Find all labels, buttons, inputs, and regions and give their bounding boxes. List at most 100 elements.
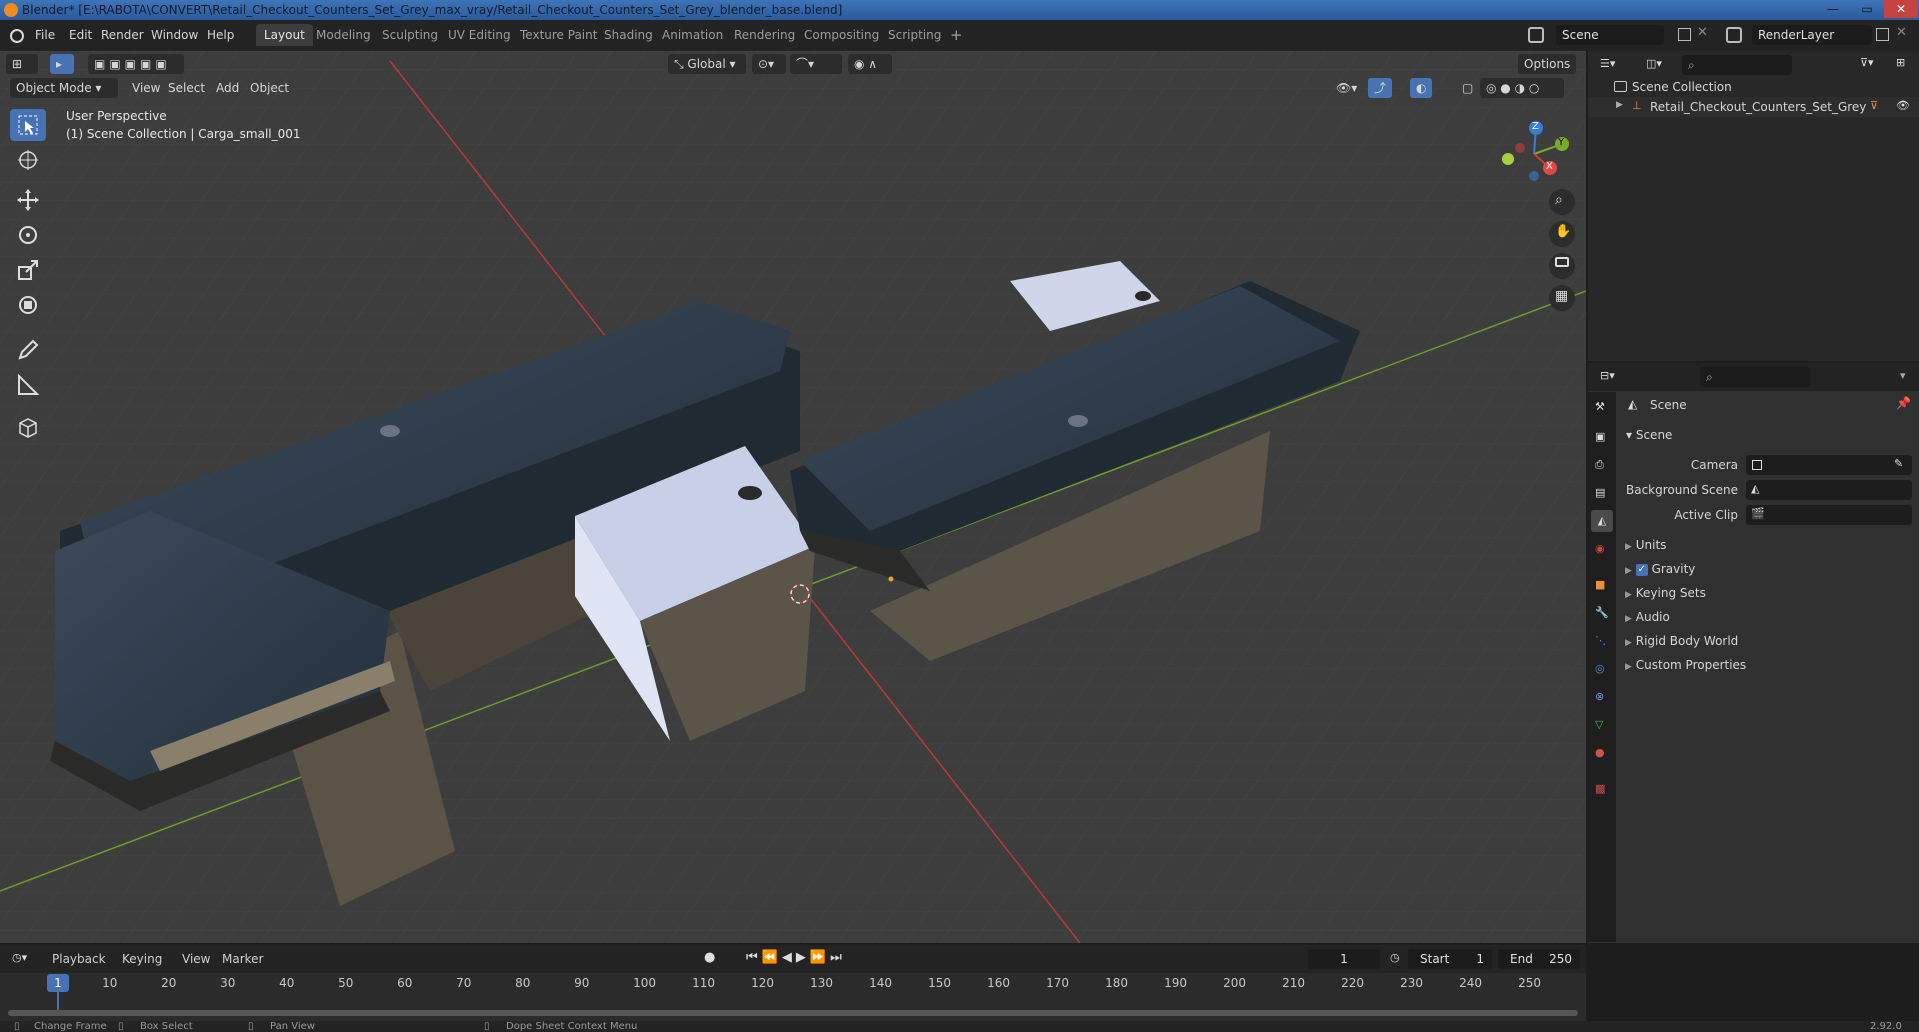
- new-renderlayer-icon[interactable]: [1876, 28, 1889, 41]
- tab-shading[interactable]: Shading: [596, 24, 661, 46]
- tab-data-icon[interactable]: ▽: [1595, 718, 1603, 731]
- tab-material-icon[interactable]: ●: [1595, 746, 1605, 759]
- gizmo-toggle[interactable]: ⤴: [1368, 78, 1393, 98]
- tool-scale[interactable]: [10, 254, 46, 286]
- menu-help[interactable]: Help: [207, 28, 234, 42]
- select-mode-icon[interactable]: ▸: [50, 54, 74, 74]
- viewport-menu-view[interactable]: View: [126, 78, 166, 98]
- xray-toggle[interactable]: ▢: [1456, 78, 1479, 98]
- transform-orientation-dropdown[interactable]: ⤡ Global ▾: [668, 54, 746, 74]
- minimize-button[interactable]: —: [1816, 0, 1850, 18]
- tool-add-cube[interactable]: [10, 411, 46, 443]
- options-dropdown[interactable]: Options: [1518, 54, 1577, 74]
- panel-audio[interactable]: ▶ Audio: [1625, 610, 1670, 624]
- expand-arrow-icon[interactable]: ▶: [1616, 100, 1623, 110]
- properties-editor-type-icon[interactable]: ⊟▾: [1600, 369, 1615, 382]
- gravity-checkbox[interactable]: ✓: [1635, 563, 1648, 576]
- navigation-gizmo[interactable]: [1500, 116, 1580, 196]
- 3d-viewport[interactable]: Z Y X ⌕ ✋ ▦ User Perspective (1) Scene C…: [0, 51, 1586, 943]
- outliner-object-row[interactable]: ▶ ⊥ Retail_Checkout_Counters_Set_Grey ⊽ …: [1588, 97, 1919, 117]
- menu-edit[interactable]: Edit: [69, 28, 92, 42]
- blender-menu-icon[interactable]: [10, 29, 24, 43]
- overlay-toggle[interactable]: ◐: [1410, 78, 1433, 98]
- camera-view-button[interactable]: [1549, 253, 1575, 279]
- zoom-view-button[interactable]: ⌕: [1549, 189, 1575, 215]
- clock-icon[interactable]: ◷: [1390, 951, 1400, 964]
- remove-scene-icon[interactable]: ✕: [1697, 25, 1708, 40]
- tab-texture-icon[interactable]: ▩: [1595, 782, 1605, 795]
- timeline-menu-playback[interactable]: Playback: [52, 952, 106, 966]
- editor-type-button[interactable]: ⊞: [6, 54, 38, 74]
- timeline-scrollbar[interactable]: [8, 1010, 1578, 1016]
- tool-rotate[interactable]: [10, 219, 46, 251]
- tool-cursor[interactable]: [10, 144, 46, 176]
- start-frame-field[interactable]: Start 1: [1408, 949, 1492, 969]
- menu-render[interactable]: Render: [101, 28, 144, 42]
- tab-render-icon[interactable]: ▣: [1595, 430, 1605, 443]
- playhead[interactable]: 1: [47, 974, 69, 992]
- tab-particles-icon[interactable]: ⋱: [1595, 634, 1606, 647]
- add-workspace-button[interactable]: +: [942, 24, 971, 46]
- tab-output-icon[interactable]: ⎙: [1595, 458, 1604, 472]
- tool-measure[interactable]: [10, 369, 46, 401]
- end-frame-field[interactable]: End 250: [1498, 949, 1580, 969]
- shading-mode-buttons[interactable]: ◎ ● ◑ ○: [1480, 78, 1564, 98]
- filter-icon[interactable]: ⊽▾: [1860, 56, 1874, 69]
- active-clip-field[interactable]: 🎬: [1746, 505, 1912, 525]
- timeline-menu-keying[interactable]: Keying: [122, 952, 162, 966]
- panel-gravity[interactable]: ▶ ✓ Gravity: [1625, 562, 1695, 576]
- tab-tool-icon[interactable]: ⚒: [1595, 400, 1605, 413]
- tab-modifier-icon[interactable]: 🔧: [1595, 606, 1609, 619]
- record-button[interactable]: ●: [704, 950, 715, 965]
- panel-custom-properties[interactable]: ▶ Custom Properties: [1625, 658, 1746, 672]
- viewport-menu-add[interactable]: Add: [210, 78, 245, 98]
- scene-section-header[interactable]: ▾ Scene: [1626, 428, 1672, 442]
- outliner-display-mode-icon[interactable]: ◫▾: [1646, 57, 1662, 70]
- tool-move[interactable]: [10, 184, 46, 216]
- tab-physics-icon[interactable]: ◎: [1595, 662, 1605, 675]
- panel-keying-sets[interactable]: ▶ Keying Sets: [1625, 586, 1706, 600]
- tab-animation[interactable]: Animation: [654, 24, 731, 46]
- visibility-toggle[interactable]: 👁▾: [1330, 78, 1363, 98]
- timeline-menu-view[interactable]: View: [182, 952, 210, 966]
- viewport-menu-select[interactable]: Select: [162, 78, 211, 98]
- menu-window[interactable]: Window: [151, 28, 198, 42]
- tab-texture-paint[interactable]: Texture Paint: [512, 24, 605, 46]
- viewport-menu-object[interactable]: Object: [244, 78, 295, 98]
- renderlayer-selector[interactable]: RenderLayer: [1752, 25, 1872, 45]
- outliner-editor-type-icon[interactable]: ☰▾: [1600, 57, 1615, 70]
- tab-compositing[interactable]: Compositing: [796, 24, 887, 46]
- properties-options-icon[interactable]: ▾: [1900, 369, 1906, 382]
- tool-transform[interactable]: [10, 289, 46, 321]
- outliner-search-input[interactable]: ⌕: [1682, 55, 1792, 75]
- playback-controls[interactable]: ⏮⏪◀▶⏩⏭: [746, 950, 846, 965]
- timeline-editor-type-icon[interactable]: ◷▾: [12, 951, 27, 964]
- modifier-filter-icon[interactable]: ⊽: [1870, 99, 1878, 112]
- tab-sculpting[interactable]: Sculpting: [374, 24, 446, 46]
- new-scene-icon[interactable]: [1678, 28, 1691, 41]
- proportional-edit-toggle[interactable]: ◉ ∧: [848, 54, 892, 74]
- renderlayer-browse-icon[interactable]: [1726, 27, 1742, 43]
- object-mode-dropdown[interactable]: Object Mode ▾: [10, 78, 118, 98]
- tab-rendering[interactable]: Rendering: [726, 24, 803, 46]
- tab-uv-editing[interactable]: UV Editing: [440, 24, 519, 46]
- pivot-point-dropdown[interactable]: ⊙▾: [752, 54, 786, 74]
- tab-layout[interactable]: Layout: [256, 24, 313, 46]
- properties-search-input[interactable]: ⌕: [1700, 367, 1810, 387]
- tool-annotate[interactable]: [10, 334, 46, 366]
- tab-modeling[interactable]: Modeling: [308, 24, 379, 46]
- background-scene-field[interactable]: ◭: [1746, 480, 1912, 500]
- tool-select-box[interactable]: [10, 109, 46, 141]
- pan-view-button[interactable]: ✋: [1549, 221, 1575, 247]
- new-collection-icon[interactable]: ⊞: [1896, 56, 1905, 69]
- scene-browse-icon[interactable]: [1528, 27, 1544, 43]
- panel-rigid-body-world[interactable]: ▶ Rigid Body World: [1625, 634, 1738, 648]
- outliner-scene-collection-row[interactable]: Scene Collection: [1588, 77, 1919, 97]
- maximize-button[interactable]: ▭: [1850, 0, 1884, 18]
- scene-selector[interactable]: Scene: [1556, 25, 1664, 45]
- eyedropper-icon[interactable]: ✎: [1894, 457, 1903, 470]
- remove-renderlayer-icon[interactable]: ✕: [1896, 25, 1907, 40]
- selection-mode-buttons[interactable]: ▣▣▣▣▣: [88, 54, 184, 74]
- pin-icon[interactable]: 📌: [1896, 396, 1911, 410]
- tab-object-icon[interactable]: ■: [1595, 578, 1605, 591]
